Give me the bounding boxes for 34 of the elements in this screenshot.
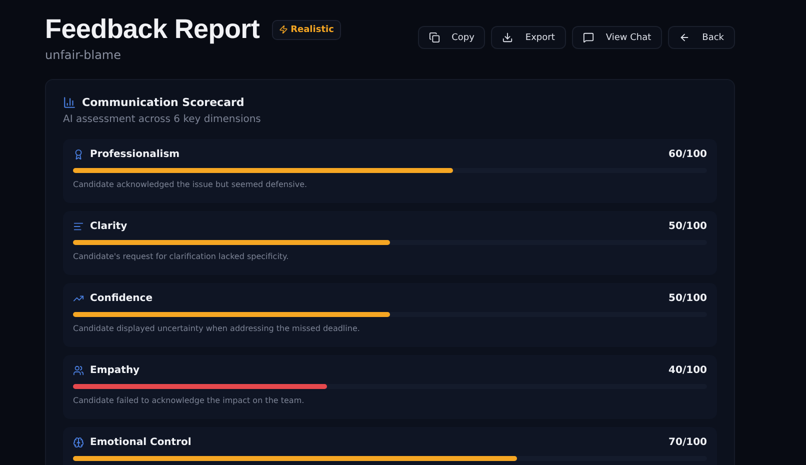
users-icon [73,365,84,376]
dimension-score: 70/100 [668,437,707,448]
dimension-name: Clarity [90,221,128,232]
bar-chart-icon [63,96,76,109]
lines-icon [73,221,84,232]
mode-badge: Realistic [272,20,341,40]
scorecard-title: Communication Scorecard [82,96,244,109]
export-button[interactable]: Export [491,26,566,49]
dimension-name: Professionalism [90,149,180,160]
view-chat-button[interactable]: View Chat [572,26,662,49]
dimension-note: Candidate failed to acknowledge the impact on the team. [73,396,306,405]
dimension-name: Confidence [90,293,153,304]
dimension-name: Emotional Control [90,437,192,448]
brain-icon [73,437,84,448]
scorecard-subtitle: AI assessment across 6 key dimensions [63,114,262,125]
dimension-note: Candidate acknowledged the issue but seemed defensive. [73,180,308,189]
page-title: Feedback Report [45,14,260,45]
dimension-score: 50/100 [668,293,707,304]
award-icon [73,149,84,160]
copy-button[interactable]: Copy [418,26,486,49]
dimension-name: Empathy [90,365,140,376]
dimension-score: 50/100 [668,221,707,232]
dimension-note: Candidate displayed uncertainty when addressing the missed deadline. [73,324,361,333]
download-icon [502,32,514,43]
bolt-icon [278,25,288,34]
back-button[interactable]: Back [668,26,735,49]
arrow-left-icon [679,32,690,43]
chat-bubble-icon [582,32,594,43]
trend-up-icon [73,293,84,304]
dimension-note: Candidate's request for clarification lacked specificity. [73,252,290,261]
dimension-score: 40/100 [668,365,707,376]
copy-icon [428,32,440,43]
scenario-name: unfair-blame [45,48,122,62]
dimension-score: 60/100 [668,149,707,160]
